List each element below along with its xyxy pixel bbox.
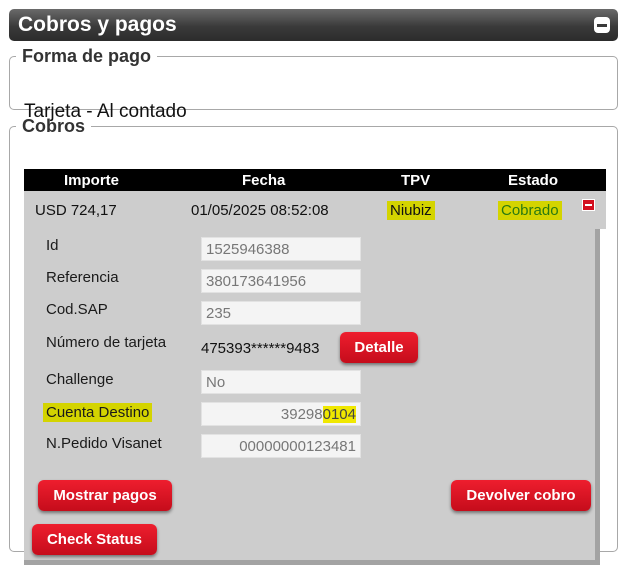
cell-estado: Cobrado (498, 201, 562, 220)
forma-de-pago-section: Forma de pago Tarjeta - Al contado (9, 46, 618, 122)
numero-tarjeta-value: 475393******9483 (201, 340, 320, 357)
cuenta-destino-field: 392980104 (201, 402, 361, 426)
cell-fecha: 01/05/2025 08:52:08 (191, 202, 329, 219)
table-header: Importe Fecha TPV Estado (24, 169, 606, 191)
collapse-row-icon[interactable] (582, 199, 595, 211)
pedido-visanet-label: N.Pedido Visanet (46, 435, 162, 452)
cuenta-destino-label: Cuenta Destino (43, 403, 153, 422)
referencia-field: 380173641956 (201, 269, 361, 293)
column-header-estado: Estado (508, 172, 559, 189)
panel-header: Cobros y pagos (9, 9, 618, 41)
id-label: Id (46, 237, 59, 254)
cell-tpv: Niubiz (387, 201, 435, 220)
codsap-field: 235 (201, 301, 361, 325)
cobros-legend: Cobros (22, 116, 85, 136)
cuenta-destino-highlight: 0104 (322, 406, 356, 423)
cobros-section: Cobros Importe Fecha TPV Estado USD 724,… (9, 116, 618, 565)
collapse-icon[interactable] (594, 17, 610, 33)
referencia-label: Referencia (46, 269, 119, 286)
cuenta-destino-value: 39298 (280, 406, 323, 423)
mostrar-pagos-button[interactable]: Mostrar pagos (38, 480, 172, 511)
codsap-label: Cod.SAP (46, 301, 108, 318)
challenge-field: No (201, 370, 361, 394)
cobro-detail-panel: Id 1525946388 Referencia 380173641956 Co… (24, 229, 600, 565)
forma-de-pago-legend: Forma de pago (22, 46, 152, 66)
check-status-button[interactable]: Check Status (32, 524, 157, 555)
column-header-tpv: TPV (401, 172, 431, 189)
column-header-fecha: Fecha (242, 172, 286, 189)
challenge-label: Challenge (46, 371, 114, 388)
id-field: 1525946388 (201, 237, 361, 261)
cobros-table: Importe Fecha TPV Estado USD 724,17 01/0… (24, 169, 606, 565)
cell-importe: USD 724,17 (35, 202, 117, 219)
numero-tarjeta-label: Número de tarjeta (46, 334, 167, 351)
pedido-visanet-field: 00000000123481 (201, 434, 361, 458)
table-row[interactable]: USD 724,17 01/05/2025 08:52:08 Niubiz Co… (24, 191, 606, 229)
detalle-button[interactable]: Detalle (340, 332, 418, 363)
column-header-importe: Importe (64, 172, 120, 189)
devolver-cobro-button[interactable]: Devolver cobro (451, 480, 591, 511)
panel-title: Cobros y pagos (18, 13, 177, 36)
